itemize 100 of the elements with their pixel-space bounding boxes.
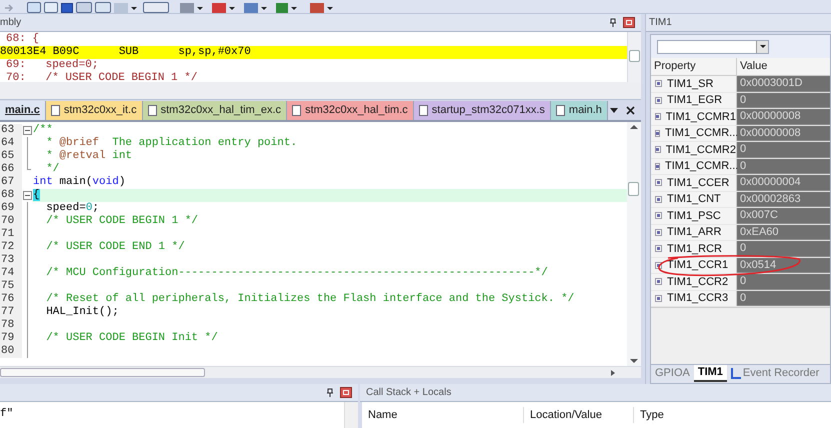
disassembly-line: 70: /* USER CODE BEGIN 1 */ [5,72,198,82]
editor-tab[interactable]: stm32c0xx_it.c [46,101,143,120]
scrollbar[interactable] [0,366,641,378]
register-value: 0x007C [740,208,778,223]
document-icon [418,105,428,116]
column-header[interactable]: Value [737,58,830,75]
scroll-thumb[interactable] [0,368,205,377]
editor-tab[interactable]: stm32c0xx_hal_tim_ex.c [142,101,288,120]
caret-icon[interactable] [261,7,267,10]
caret-icon[interactable] [229,7,235,10]
pin-icon[interactable] [609,18,617,27]
scroll-right-icon[interactable] [611,370,615,376]
pin-icon[interactable] [326,388,334,397]
code-line: int main(void) [33,176,126,189]
scrollbar[interactable] [627,32,641,82]
register-value: 0 [740,274,746,289]
watch-expression: f" [0,407,14,422]
code-line: /* USER CODE BEGIN 1 */ [45,215,198,228]
line-number: 78 [0,319,22,332]
register-value: 0x00002863 [740,192,801,206]
expand-icon[interactable] [655,130,660,137]
line-number: 67 [0,176,22,189]
register-value: 0x00000008 [740,126,801,140]
close-icon[interactable] [340,387,352,398]
scroll-thumb[interactable] [629,50,640,62]
register-name: TIM1_CCMR... [665,159,738,174]
expand-icon[interactable] [655,212,662,220]
panel-title: mbly [0,16,22,30]
caret-icon[interactable] [291,7,297,10]
panel-title: Call Stack + Locals [366,386,452,400]
close-icon[interactable] [626,106,635,115]
caret-icon[interactable] [610,108,618,113]
expand-icon[interactable] [655,196,662,203]
expand-icon[interactable] [655,245,662,252]
line-number: 76 [0,293,22,306]
panel-tab[interactable]: GPIOA [651,365,694,382]
code-line: /** [33,124,53,137]
expand-icon[interactable] [655,96,662,104]
column-header[interactable]: Property [651,58,737,75]
collapse-icon[interactable] [23,191,32,200]
code-line: /* MCU Configuration------------------------------------------------------*/ [45,267,548,280]
line-number: 80 [0,345,22,358]
line-number: 66 [0,163,22,176]
register-value: 0 [740,92,746,108]
panel-title: TIM1 [649,16,672,30]
column-header[interactable]: Type [634,407,831,423]
editor-tab[interactable]: main.c [0,101,46,120]
register-value: 0x00000008 [740,109,801,124]
register-name: TIM1_CCR1 [667,258,728,273]
register-value: 0x0003001D [740,76,802,91]
close-icon[interactable] [623,17,635,28]
expand-icon[interactable] [655,162,660,170]
line-number: 72 [0,241,22,254]
expand-icon[interactable] [655,278,662,286]
line-number: 77 [0,306,22,319]
line-number: 69 [0,202,22,215]
editor-tab[interactable]: main.h [550,101,608,120]
expand-icon[interactable] [655,113,661,120]
line-number: 73 [0,254,22,267]
caret-icon[interactable] [327,7,333,10]
scroll-down-icon[interactable] [630,359,638,364]
scrollbar[interactable] [344,402,358,428]
caret-icon[interactable] [197,7,203,10]
register-name: TIM1_EGR [667,93,722,108]
expand-icon[interactable] [655,228,662,236]
code-line: * @retval int [45,150,132,163]
column-header[interactable]: Location/Value [524,407,634,423]
document-icon [292,105,302,116]
register-name: TIM1_CCMR... [665,126,738,141]
register-name: TIM1_CCMR1 [666,110,736,124]
register-name: TIM1_SR [667,76,714,92]
collapse-icon[interactable] [23,126,32,135]
code-line: * @brief The application entry point. [45,137,298,150]
register-name: TIM1_CCR2 [667,274,728,290]
register-name: TIM1_ARR [667,225,722,240]
register-name: TIM1_PSC [667,208,721,224]
expand-icon[interactable] [655,294,662,302]
caret-icon[interactable] [131,7,137,10]
register-value: 0x00000004 [740,175,801,190]
register-value: 0 [740,290,746,306]
scroll-up-icon[interactable] [630,124,638,129]
column-header[interactable]: Name [362,407,524,423]
scrollbar[interactable] [627,122,641,366]
line-number: 63 [0,124,22,137]
code-line: HAL_Init(); [45,306,119,319]
panel-tab[interactable]: Event Recorder [726,365,824,382]
fold-end-guide [27,163,31,170]
panel-tab[interactable]: TIM1 [694,365,727,382]
register-value: 0 [740,142,746,157]
line-number: 65 [0,150,22,163]
editor-tab[interactable]: startup_stm32c071xx.s [414,101,551,120]
register-value: 0x0514 [740,258,776,272]
disassembly-line: 69: speed=0; [5,59,100,72]
document-icon [556,105,565,116]
expand-icon[interactable] [655,179,662,186]
scroll-thumb[interactable] [628,182,639,196]
expand-icon[interactable] [655,146,661,154]
editor-tab[interactable]: stm32c0xx_hal_tim.c [287,101,414,120]
expand-icon[interactable] [655,80,662,88]
register-value: 0 [740,158,746,174]
